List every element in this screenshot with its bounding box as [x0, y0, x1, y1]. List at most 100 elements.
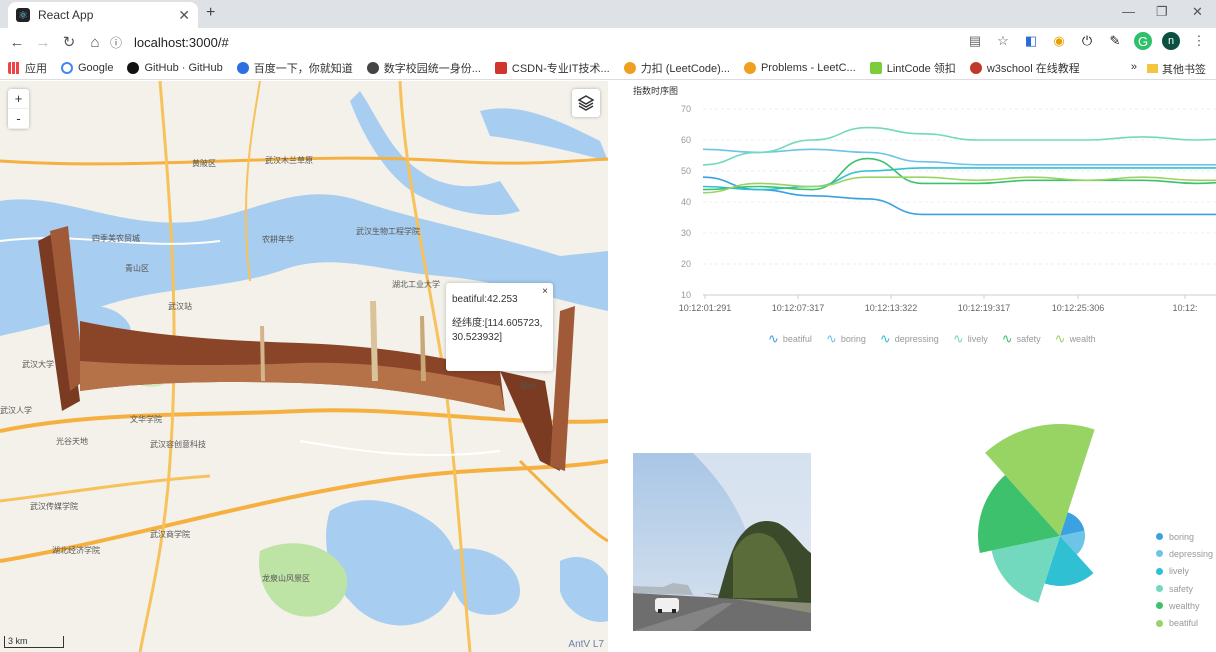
extension-feather-icon[interactable]: ✎: [1106, 32, 1124, 50]
tab-title: React App: [38, 8, 94, 22]
profile-avatar[interactable]: n: [1162, 32, 1180, 50]
map-label: 湖北工业大学: [392, 280, 440, 289]
other-bookmarks[interactable]: 其他书签: [1147, 61, 1206, 77]
pie-chart-legend: boring depressing lively safety wealthy beati…: [1156, 528, 1213, 632]
series-line-lively[interactable]: [702, 126, 1216, 166]
series-line-boring[interactable]: [702, 148, 1216, 166]
back-icon[interactable]: ←: [4, 34, 30, 51]
legend-label: depressing: [894, 334, 939, 344]
power-icon[interactable]: ⏻: [1078, 32, 1096, 50]
legend-label: wealth: [1069, 334, 1096, 344]
browser-toolbar: ← → ↻ ⌂ ⓘ localhost:3000/# ▤ ☆ ◧ ◉ ⏻ ✎ G…: [0, 28, 1216, 56]
extension-chrome-icon[interactable]: ◉: [1050, 32, 1068, 50]
x-tick-label: 10:12:01:291: [679, 303, 732, 313]
tab-bar: ⚛ React App ✕ + — ❐ ✕: [0, 0, 1216, 28]
x-tick-label: 10:12:07:317: [772, 303, 825, 313]
bookmark-leetcode[interactable]: Problems - LeetC...: [743, 61, 856, 74]
legend-item-lively[interactable]: ∿ lively: [953, 331, 988, 347]
layers-icon: [577, 95, 595, 111]
x-tick-label: 10:12:25:306: [1052, 303, 1105, 313]
y-tick-label: 40: [681, 197, 691, 207]
legend-line-icon: ∿: [952, 331, 964, 346]
url-text: localhost:3000/#: [134, 34, 229, 50]
reload-icon[interactable]: ↻: [56, 33, 82, 51]
menu-dots-icon[interactable]: ⋮: [1190, 32, 1208, 50]
bookmark-apps[interactable]: 应用: [8, 60, 47, 76]
w3school-icon: [969, 61, 982, 74]
line-chart[interactable]: 10 20 30 40 50 60 70 10:12:01:291 10:12:07:317 10…: [610, 95, 1216, 325]
pie-legend-item-depressing[interactable]: depressing: [1156, 545, 1213, 562]
bookmark-google[interactable]: Google: [61, 61, 113, 74]
map-label: 黄陂区: [192, 159, 216, 168]
legend-item-wealth[interactable]: ∿ wealth: [1055, 331, 1096, 347]
zoom-out-button[interactable]: -: [8, 109, 29, 129]
legend-line-icon: ∿: [768, 331, 779, 346]
tab-react-app[interactable]: ⚛ React App ✕: [8, 2, 198, 28]
forward-icon[interactable]: →: [30, 34, 56, 51]
close-tab-icon[interactable]: ✕: [178, 7, 190, 24]
window-close-icon[interactable]: ✕: [1192, 4, 1203, 20]
extension-green-icon[interactable]: G: [1134, 32, 1152, 50]
map-label: 武汉站: [168, 302, 192, 311]
bookmark-github[interactable]: GitHub · GitHub: [127, 61, 223, 74]
street-photo: [633, 453, 811, 631]
line-chart-legend: ∿ beatiful ∿ boring ∿ depressing ∿ lively ∿ safet…: [768, 331, 1096, 347]
legend-item-boring[interactable]: ∿ boring: [826, 331, 866, 347]
address-bar[interactable]: ⓘ localhost:3000/#: [110, 30, 990, 54]
translate-icon[interactable]: ▤: [966, 32, 984, 50]
new-tab-icon[interactable]: +: [206, 4, 215, 22]
bookmark-baidu[interactable]: 百度一下，你就知道: [236, 60, 353, 76]
zoom-in-button[interactable]: +: [8, 89, 29, 109]
legend-label: beatiful: [1169, 618, 1199, 629]
home-icon[interactable]: ⌂: [82, 34, 108, 51]
more-bookmarks-icon[interactable]: »: [1131, 61, 1137, 77]
y-tick-label: 30: [681, 228, 691, 238]
legend-label: lively: [1169, 566, 1190, 577]
pie-legend-item-beatiful[interactable]: beatiful: [1156, 614, 1213, 631]
legend-item-depressing[interactable]: ∿ depressing: [880, 331, 939, 347]
globe-icon: [366, 61, 379, 74]
bookmark-lintcode[interactable]: LintCode 领扣: [869, 60, 956, 76]
extension-translate-icon[interactable]: ◧: [1022, 32, 1040, 50]
map-label: 武汉人学: [0, 406, 32, 415]
popup-coord-value: 30.523932]: [452, 332, 503, 343]
bookmark-w3school[interactable]: w3school 在线教程: [969, 60, 1080, 76]
pie-legend-item-boring[interactable]: boring: [1156, 528, 1213, 545]
legend-line-icon: ∿: [1001, 331, 1013, 346]
map-label: 武汉容创意科技: [150, 440, 206, 449]
pie-legend-item-wealthy[interactable]: wealthy: [1156, 597, 1213, 614]
map-label: 青山区: [125, 264, 149, 273]
restore-icon[interactable]: ❐: [1156, 4, 1168, 20]
baidu-paw-icon: [236, 61, 249, 74]
popup-close-button[interactable]: ×: [542, 286, 548, 297]
legend-label: depressing: [1169, 548, 1214, 559]
map-view[interactable]: 武汉木兰草原 武汉生物工程学院 四季美农贸城 农耕年华 武汉站 武汉大学 文华学…: [0, 81, 608, 652]
scale-bar: 3 km: [4, 636, 64, 648]
pie-legend-item-safety[interactable]: safety: [1156, 580, 1213, 597]
layers-button[interactable]: [572, 89, 600, 117]
legend-dot-icon: [1156, 533, 1163, 541]
legend-label: boring: [840, 334, 866, 344]
legend-item-safety[interactable]: ∿ safety: [1002, 331, 1041, 347]
map-label: 光谷天地: [56, 437, 88, 446]
legend-label: safety: [1016, 334, 1041, 344]
legend-line-icon: ∿: [879, 331, 891, 346]
legend-label: wealthy: [1169, 600, 1200, 611]
attribution-link[interactable]: AntV L7: [568, 639, 604, 650]
bookmark-campus[interactable]: 数字校园统一身份...: [366, 60, 481, 76]
legend-dot-icon: [1156, 567, 1163, 575]
bookmark-leetcode-cn[interactable]: 力扣 (LeetCode)...: [623, 60, 730, 76]
bookmark-star-icon[interactable]: ☆: [994, 32, 1012, 50]
pie-legend-item-lively[interactable]: lively: [1156, 563, 1213, 580]
legend-line-icon: ∿: [1054, 331, 1066, 346]
bookmark-csdn[interactable]: CSDN-专业IT技术...: [494, 60, 610, 76]
legend-item-beatiful[interactable]: ∿ beatiful: [768, 331, 812, 347]
rose-pie-chart[interactable]: [900, 410, 1140, 650]
map-label: 龙泉山风景区: [262, 574, 310, 583]
map-label: 武汉生物工程学院: [356, 227, 420, 236]
apps-grid-icon: [8, 61, 20, 74]
minimize-icon[interactable]: —: [1122, 4, 1135, 19]
info-icon[interactable]: ⓘ: [110, 34, 126, 51]
github-icon: [127, 61, 140, 74]
series-line-depressing[interactable]: [702, 167, 1216, 191]
